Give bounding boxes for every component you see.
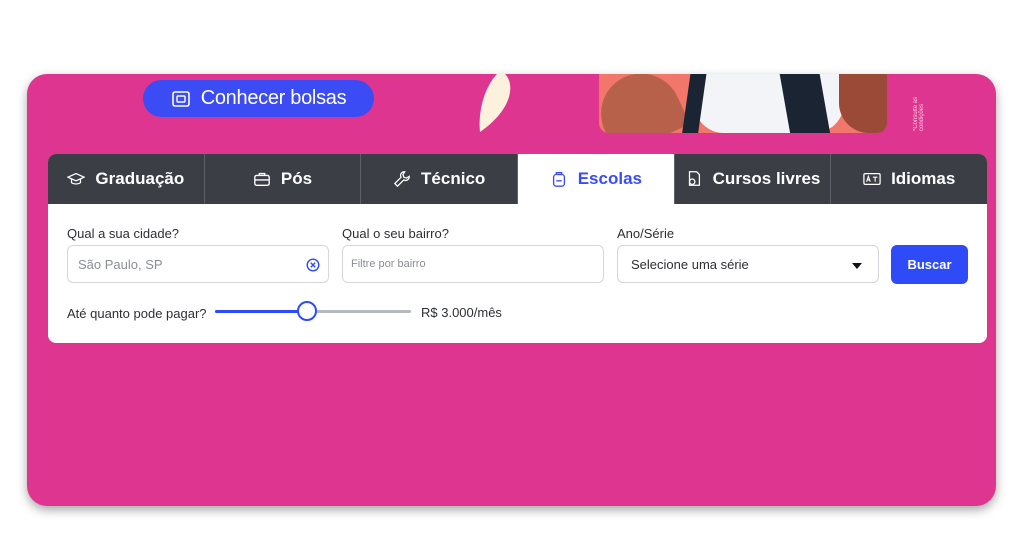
tab-label: Técnico [421, 169, 486, 188]
search-form: Qual a sua cidade? São Paulo, SP Qual o … [48, 204, 987, 343]
conhecer-bolsas-button[interactable]: Conhecer bolsas [143, 80, 374, 117]
tab-label: Cursos livres [712, 169, 821, 188]
budget-value: R$ 3.000/mês [421, 305, 502, 320]
tab-tecnico[interactable]: Técnico [361, 154, 519, 204]
backpack-icon [552, 172, 565, 187]
wrench-icon [393, 171, 410, 188]
neighborhood-label: Qual o seu bairro? [342, 226, 449, 241]
grade-select[interactable]: Selecione uma série [617, 245, 879, 283]
search-button[interactable]: Buscar [891, 245, 968, 284]
student-photo [599, 74, 887, 133]
search-panel: Graduação Pós Técnico Escolas Cursos liv… [48, 154, 987, 343]
ticket-icon [171, 90, 190, 107]
budget-slider-thumb[interactable] [297, 301, 318, 321]
graduation-cap-icon [67, 172, 86, 185]
briefcase-icon [254, 172, 270, 186]
tab-idiomas[interactable]: Idiomas [831, 154, 987, 204]
conditions-note: *Consulte as condições [913, 96, 925, 131]
budget-slider[interactable] [215, 301, 411, 321]
course-type-tabs: Graduação Pós Técnico Escolas Cursos liv… [48, 154, 987, 204]
language-icon [863, 172, 881, 186]
tab-pos[interactable]: Pós [205, 154, 362, 204]
tab-cursos-livres[interactable]: Cursos livres [675, 154, 832, 204]
grade-value: Selecione uma série [631, 256, 749, 272]
neighborhood-placeholder: Filtre por bairro [351, 258, 426, 270]
hero-card: Conhecer bolsas *Consulte as condições G… [27, 74, 996, 506]
city-value: São Paulo, SP [78, 256, 163, 272]
certificate-icon [688, 171, 700, 186]
neighborhood-input[interactable]: Filtre por bairro [342, 245, 604, 283]
tab-label: Escolas [577, 169, 642, 188]
tab-label: Idiomas [891, 169, 956, 188]
budget-slider-fill [215, 310, 308, 313]
decorative-leaf-shape [479, 74, 511, 132]
chevron-down-icon [852, 263, 862, 269]
city-input[interactable]: São Paulo, SP [67, 245, 329, 283]
city-label: Qual a sua cidade? [67, 226, 180, 241]
tab-graduacao[interactable]: Graduação [48, 154, 205, 204]
budget-label: Até quanto pode pagar? [67, 306, 207, 321]
conhecer-bolsas-label: Conhecer bolsas [200, 87, 347, 109]
grade-label: Ano/Série [617, 226, 675, 241]
tab-label: Graduação [95, 169, 185, 188]
clear-icon[interactable] [306, 258, 320, 272]
tab-escolas[interactable]: Escolas [518, 154, 675, 204]
tab-label: Pós [280, 169, 313, 188]
